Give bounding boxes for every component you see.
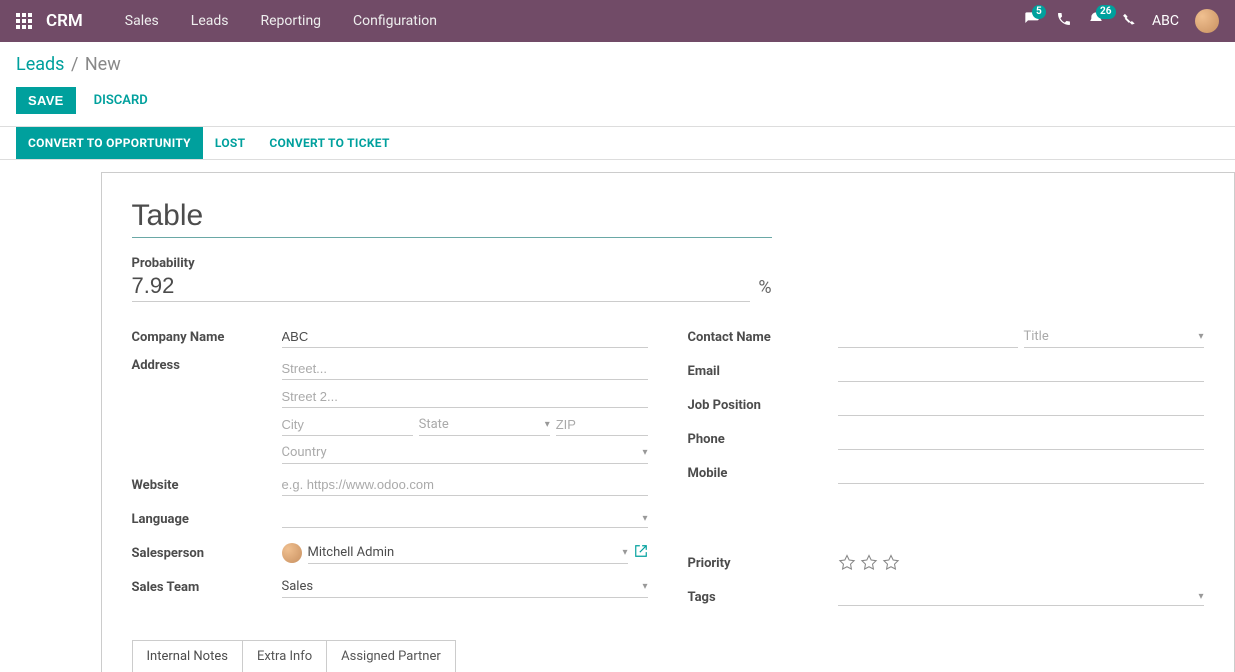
user-avatar[interactable] [1195,9,1219,33]
debug-icon[interactable] [1120,11,1136,31]
external-link-icon[interactable] [634,544,648,562]
nav-left: CRM Sales Leads Reporting Configuration [16,11,453,31]
website-label: Website [132,478,282,493]
apps-icon[interactable] [16,13,32,29]
company-switcher[interactable]: ABC [1152,13,1179,29]
star-icon[interactable] [838,554,856,572]
email-label: Email [688,364,838,379]
percent-sign: % [758,277,771,298]
address-label: Address [132,358,282,373]
right-column: Contact Name Title▾ Email Job Position P… [688,324,1204,618]
chevron-down-icon: ▾ [642,513,647,524]
priority-label: Priority [688,556,838,571]
website-input[interactable] [282,474,648,496]
phone-input[interactable] [838,428,1204,450]
chevron-down-icon: ▾ [1198,591,1203,602]
contact-name-label: Contact Name [688,330,838,345]
top-nav: CRM Sales Leads Reporting Configuration … [0,0,1235,42]
company-name-input[interactable] [282,326,648,348]
salesperson-label: Salesperson [132,546,282,561]
lead-name-input[interactable] [132,197,772,238]
job-position-label: Job Position [688,398,838,413]
company-name-label: Company Name [132,330,282,345]
tab-internal-notes[interactable]: Internal Notes [132,640,243,672]
star-icon[interactable] [882,554,900,572]
phone-icon[interactable] [1056,11,1072,31]
save-button[interactable]: SAVE [16,87,76,114]
star-icon[interactable] [860,554,878,572]
tab-assigned-partner[interactable]: Assigned Partner [326,640,456,672]
tab-extra-info[interactable]: Extra Info [242,640,327,672]
priority-stars [838,554,900,572]
convert-opportunity-button[interactable]: CONVERT TO OPPORTUNITY [16,127,203,159]
breadcrumb-root[interactable]: Leads [16,54,64,75]
activities-icon[interactable]: 26 [1088,11,1104,31]
tags-select[interactable]: ▾ [838,588,1204,606]
probability-label: Probability [132,256,1204,271]
nav-leads[interactable]: Leads [175,13,245,29]
contact-name-input[interactable] [838,326,1018,348]
job-position-input[interactable] [838,394,1204,416]
messages-badge: 5 [1032,5,1046,19]
language-label: Language [132,512,282,527]
status-bar: CONVERT TO OPPORTUNITY LOST CONVERT TO T… [0,126,1235,160]
lost-button[interactable]: LOST [203,127,257,159]
title-select[interactable]: Title▾ [1024,326,1204,348]
chevron-down-icon: ▾ [642,447,647,458]
city-input[interactable] [282,414,413,436]
breadcrumb: Leads / New [0,42,1235,83]
street-input[interactable] [282,358,648,380]
activities-badge: 26 [1096,5,1115,19]
nav-right: 5 26 ABC [1024,9,1219,33]
country-select[interactable]: Country▾ [282,442,648,464]
zip-input[interactable] [556,414,648,436]
notebook-tabs: Internal Notes Extra Info Assigned Partn… [132,640,1204,672]
language-select[interactable]: ▾ [282,510,648,528]
mobile-label: Mobile [688,466,838,481]
mobile-input[interactable] [838,462,1204,484]
state-select[interactable]: State▾ [419,414,550,436]
phone-label: Phone [688,432,838,447]
form-actions: SAVE DISCARD [0,83,1235,126]
app-brand[interactable]: CRM [46,11,83,31]
chevron-down-icon: ▾ [545,419,550,430]
salesperson-avatar [282,543,302,563]
tags-label: Tags [688,590,838,605]
chevron-down-icon: ▾ [622,547,627,558]
sales-team-select[interactable]: Sales▾ [282,576,648,598]
probability-input[interactable] [132,271,751,302]
sales-team-label: Sales Team [132,580,282,595]
email-input[interactable] [838,360,1204,382]
convert-ticket-button[interactable]: CONVERT TO TICKET [257,127,401,159]
nav-reporting[interactable]: Reporting [244,13,337,29]
discard-button[interactable]: DISCARD [94,93,148,108]
breadcrumb-sep: / [66,54,82,75]
salesperson-select[interactable]: Mitchell Admin▾ [308,542,628,564]
nav-configuration[interactable]: Configuration [337,13,453,29]
chevron-down-icon: ▾ [1198,331,1203,342]
breadcrumb-current: New [85,54,121,75]
chevron-down-icon: ▾ [642,581,647,592]
form-sheet: Probability % Company Name Address State… [101,172,1235,672]
messages-icon[interactable]: 5 [1024,11,1040,31]
left-column: Company Name Address State▾ Country▾ [132,324,648,618]
nav-sales[interactable]: Sales [109,13,175,29]
street2-input[interactable] [282,386,648,408]
